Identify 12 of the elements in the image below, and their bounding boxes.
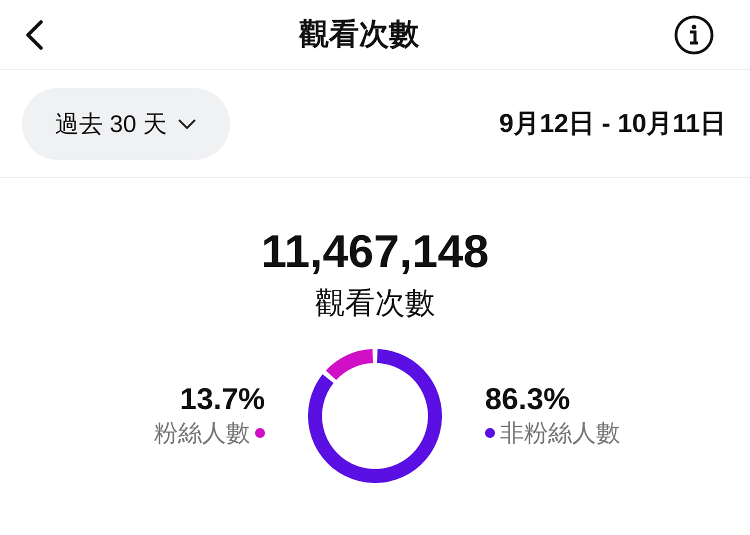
percentage: 13.7% bbox=[180, 383, 265, 417]
views-label: 觀看次數 bbox=[315, 286, 435, 322]
date-range: 9月12日 - 10月11日 bbox=[499, 107, 726, 140]
legend-label: 粉絲人數 bbox=[154, 419, 250, 449]
views-count: 11,467,148 bbox=[261, 224, 489, 278]
page-title: 觀看次數 bbox=[299, 17, 419, 53]
chevron-down-icon bbox=[177, 118, 198, 130]
info-icon[interactable] bbox=[674, 14, 714, 54]
back-icon[interactable] bbox=[24, 18, 44, 50]
legend-label: 非粉絲人數 bbox=[500, 419, 620, 449]
percentage: 86.3% bbox=[485, 383, 570, 417]
date-range-dropdown[interactable]: 過去 30 天 bbox=[22, 88, 230, 160]
